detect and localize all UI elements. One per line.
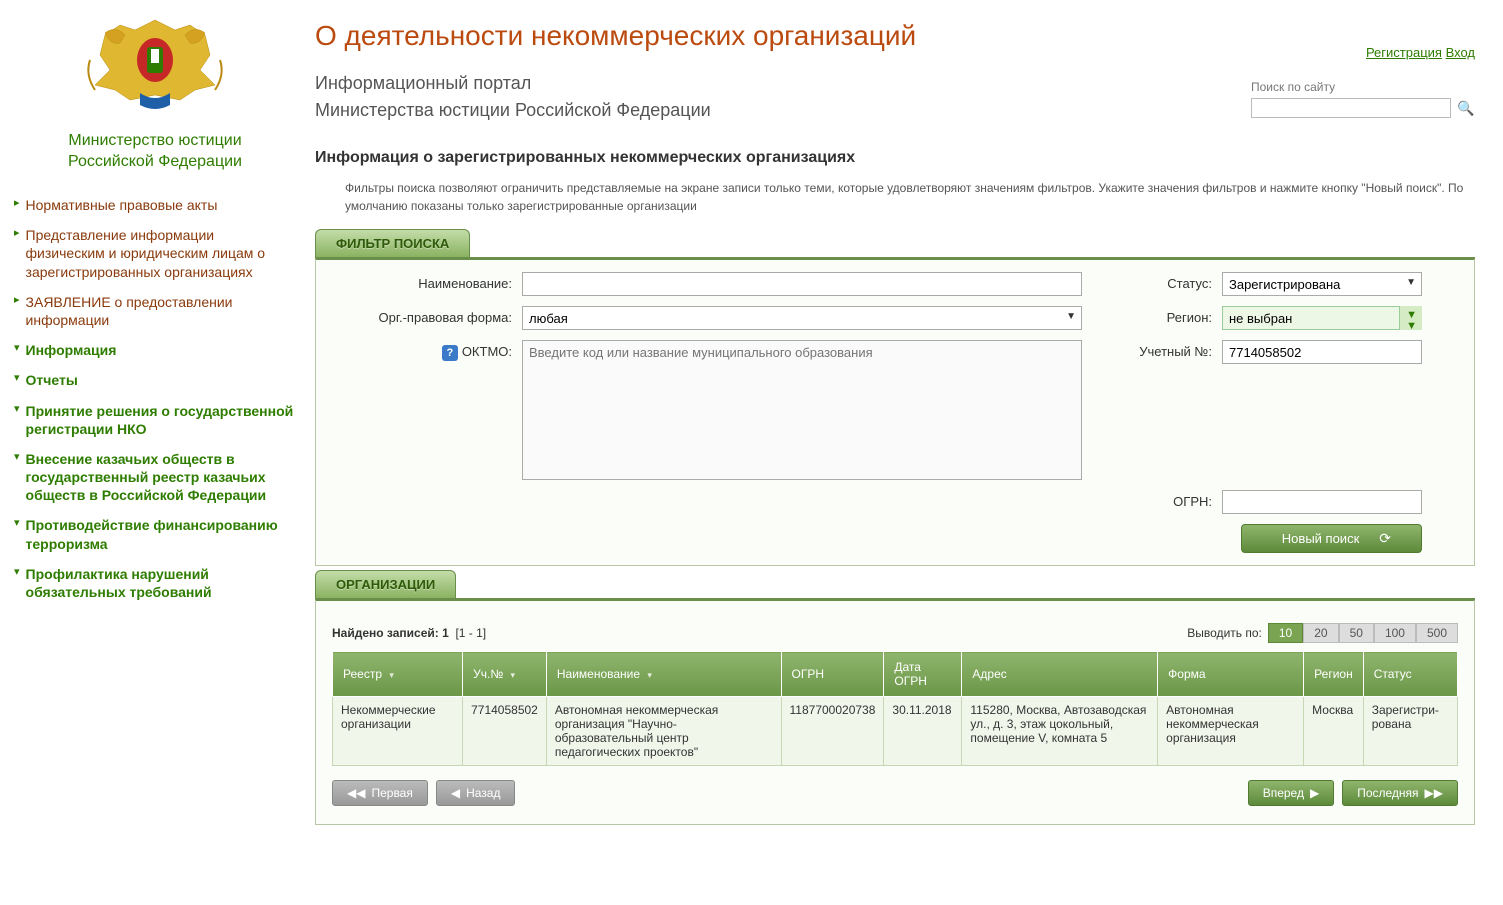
caret-down-icon: ▾ — [14, 341, 20, 356]
double-chevron-right-icon: ▶▶ — [1425, 786, 1443, 800]
sidebar-item-label[interactable]: Отчеты — [26, 371, 78, 389]
pager-next-button[interactable]: Вперед▶ — [1248, 780, 1335, 806]
filter-name-input[interactable] — [522, 272, 1082, 296]
sort-caret-icon: ▾ — [511, 670, 516, 680]
filter-description: Фильтры поиска позволяют ограничить пред… — [315, 179, 1475, 215]
sort-caret-icon: ▾ — [389, 670, 394, 680]
chevron-right-icon: ▶ — [1310, 786, 1319, 800]
pagesize-50-button[interactable]: 50 — [1339, 623, 1374, 643]
search-icon[interactable]: 🔍 — [1457, 99, 1475, 117]
chevron-left-icon: ◀ — [451, 786, 460, 800]
register-link[interactable]: Регистрация — [1366, 45, 1442, 60]
double-chevron-left-icon: ◀◀ — [347, 786, 365, 800]
caret-down-icon: ▾ — [14, 371, 20, 386]
cell-region: Москва — [1304, 697, 1364, 766]
col-header-0[interactable]: Реестр ▾ — [333, 652, 463, 697]
filter-name-label: Наименование: — [332, 272, 512, 291]
caret-down-icon: ▾ — [14, 450, 20, 465]
cell-status: Зарегистри-рована — [1363, 697, 1457, 766]
cell-registry: Некоммерческие организации — [333, 697, 463, 766]
bullet-icon: ▸ — [14, 196, 20, 211]
refresh-icon: ⟳ — [1379, 530, 1391, 547]
site-search-input[interactable] — [1251, 98, 1451, 118]
filter-status-label: Статус: — [1092, 272, 1212, 291]
cell-ogrn: 1187700020738 — [781, 697, 884, 766]
sidebar-item-3[interactable]: ▾ Информация — [10, 335, 300, 365]
sidebar-item-4[interactable]: ▾ Отчеты — [10, 365, 300, 395]
sidebar-item-label[interactable]: Информация — [26, 341, 117, 359]
col-header-4[interactable]: Дата ОГРН — [884, 652, 962, 697]
cell-uchno: 7714058502 — [463, 697, 547, 766]
sidebar-item-label[interactable]: Принятие решения о государственной регис… — [26, 402, 296, 438]
cell-name: Автономная некоммерческая организация "Н… — [546, 697, 781, 766]
sidebar-item-label[interactable]: Представление информации физическим и юр… — [26, 226, 296, 281]
page-title: О деятельности некоммерческих организаци… — [315, 20, 916, 52]
auth-links: Регистрация Вход — [1251, 45, 1475, 60]
filter-panel-tab: ФИЛЬТР ПОИСКА — [315, 229, 470, 257]
col-header-3[interactable]: ОГРН — [781, 652, 884, 697]
pagesize-20-button[interactable]: 20 — [1303, 623, 1338, 643]
sidebar-item-0[interactable]: ▸ Нормативные правовые акты — [10, 190, 300, 220]
caret-down-icon: ▾ — [14, 516, 20, 531]
filter-ogrn-input[interactable] — [1222, 490, 1422, 514]
filter-status-select[interactable]: Зарегистрирована — [1222, 272, 1422, 296]
cell-form: Автономная некоммерческая организация — [1158, 697, 1304, 766]
filter-uchno-input[interactable] — [1222, 340, 1422, 364]
sidebar-item-label[interactable]: Нормативные правовые акты — [26, 196, 218, 214]
filter-region-select[interactable] — [1222, 306, 1422, 330]
sidebar-item-label[interactable]: ЗАЯВЛЕНИЕ о предоставлении информации — [26, 293, 296, 329]
pagesize-label: Выводить по: — [1187, 626, 1262, 640]
site-search-label: Поиск по сайту — [1251, 80, 1475, 94]
pager-first-button[interactable]: ◀◀Первая — [332, 780, 428, 806]
sidebar-item-5[interactable]: ▾ Принятие решения о государственной реги… — [10, 396, 300, 444]
pagesize-10-button[interactable]: 10 — [1268, 623, 1303, 643]
bullet-icon: ▸ — [14, 293, 20, 308]
col-header-2[interactable]: Наименование ▾ — [546, 652, 781, 697]
table-row[interactable]: Некоммерческие организации7714058502Авто… — [333, 697, 1458, 766]
sidebar-item-1[interactable]: ▸ Представление информации физическим и ю… — [10, 220, 300, 287]
sidebar-item-label[interactable]: Внесение казачьих обществ в государствен… — [26, 450, 296, 505]
col-header-1[interactable]: Уч.№ ▾ — [463, 652, 547, 697]
cell-address: 115280, Москва, Автозаводская ул., д. 3,… — [962, 697, 1158, 766]
filter-region-label: Регион: — [1092, 306, 1212, 325]
col-header-8[interactable]: Статус — [1363, 652, 1457, 697]
caret-down-icon: ▾ — [14, 402, 20, 417]
pager-prev-button[interactable]: ◀Назад — [436, 780, 516, 806]
help-icon[interactable]: ? — [442, 345, 458, 361]
sidebar-item-2[interactable]: ▸ ЗАЯВЛЕНИЕ о предоставлении информации — [10, 287, 300, 335]
sidebar-item-6[interactable]: ▾ Внесение казачьих обществ в государстве… — [10, 444, 300, 511]
sidebar-item-7[interactable]: ▾ Противодействие финансированию террориз… — [10, 510, 300, 558]
pagesize-100-button[interactable]: 100 — [1374, 623, 1416, 643]
content-title: Информация о зарегистрированных некоммер… — [315, 149, 1475, 167]
filter-form-label: Орг.-правовая форма: — [332, 306, 512, 325]
sidebar-item-label[interactable]: Профилактика нарушений обязательных треб… — [26, 565, 296, 601]
caret-down-icon: ▾ — [14, 565, 20, 580]
organizations-panel-tab: ОРГАНИЗАЦИИ — [315, 570, 456, 598]
filter-uchno-label: Учетный №: — [1092, 340, 1212, 359]
col-header-7[interactable]: Регион — [1304, 652, 1364, 697]
new-search-button[interactable]: Новый поиск⟳ — [1241, 524, 1422, 553]
pager-last-button[interactable]: Последняя▶▶ — [1342, 780, 1458, 806]
results-table: Реестр ▾Уч.№ ▾Наименование ▾ОГРНДата ОГР… — [332, 651, 1458, 766]
filter-form-select[interactable]: любая — [522, 306, 1082, 330]
filter-ogrn-label: ОГРН: — [1092, 490, 1212, 509]
cell-ogrn_date: 30.11.2018 — [884, 697, 962, 766]
portal-subtitle: Информационный порталМинистерства юстици… — [315, 70, 916, 124]
sort-caret-icon: ▾ — [647, 670, 652, 680]
sidebar-item-label[interactable]: Противодействие финансированию терроризм… — [26, 516, 296, 552]
filter-oktmo-label: ?ОКТМО: — [332, 340, 512, 361]
ministry-title: Министерство юстицииРоссийской Федерации — [10, 131, 300, 173]
col-header-5[interactable]: Адрес — [962, 652, 1158, 697]
records-found: Найдено записей: 1 [1 - 1] — [332, 626, 486, 640]
sidebar-item-8[interactable]: ▾ Профилактика нарушений обязательных тре… — [10, 559, 300, 607]
filter-oktmo-input[interactable] — [522, 340, 1082, 480]
bullet-icon: ▸ — [14, 226, 20, 241]
login-link[interactable]: Вход — [1446, 45, 1475, 60]
pagesize-500-button[interactable]: 500 — [1416, 623, 1458, 643]
sidebar-nav: ▸ Нормативные правовые акты ▸ Представление… — [10, 190, 300, 607]
ministry-emblem — [65, 5, 245, 125]
col-header-6[interactable]: Форма — [1158, 652, 1304, 697]
